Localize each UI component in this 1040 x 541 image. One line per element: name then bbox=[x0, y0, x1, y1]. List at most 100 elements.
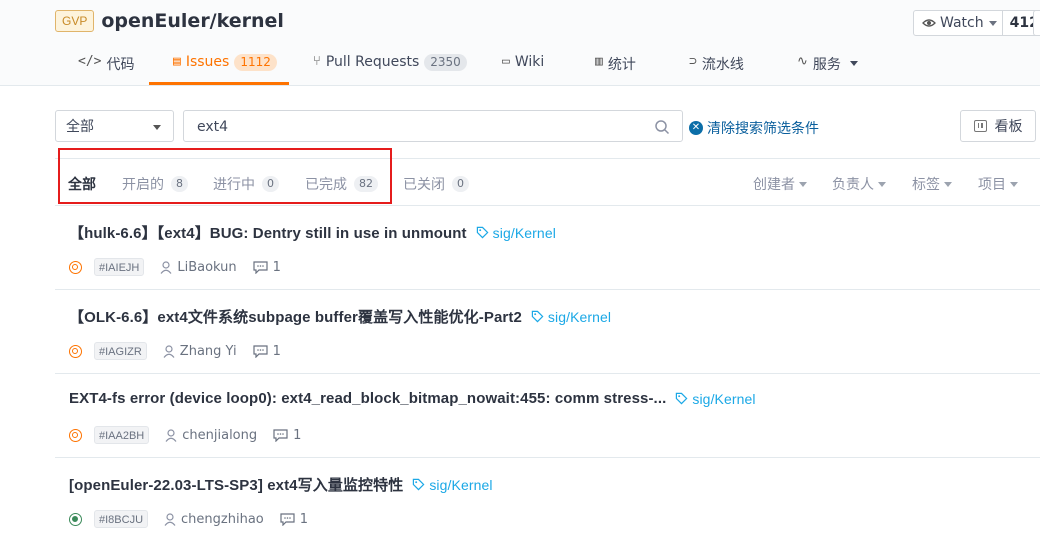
repo-title: GVP openEuler/kernel bbox=[55, 10, 284, 32]
issue-label[interactable]: sig/Kernel bbox=[476, 225, 556, 241]
tab-label: Pull Requests bbox=[325, 54, 420, 70]
repo-name-link[interactable]: openEuler/kernel bbox=[101, 10, 284, 32]
dropdown-label: 创建者 bbox=[753, 177, 795, 193]
active-tab-indicator bbox=[149, 82, 289, 85]
issue-row[interactable]: EXT4-fs error (device loop0): ext4_read_… bbox=[55, 374, 1040, 458]
issue-id[interactable]: #IAA2BH bbox=[94, 426, 150, 444]
comment-count: 1 bbox=[299, 511, 309, 527]
bar-chart-icon: ▥ bbox=[595, 54, 603, 69]
chevron-down-icon bbox=[799, 181, 807, 187]
issue-scope-select[interactable]: 全部 bbox=[55, 110, 174, 142]
issue-meta: #IAIEJH LiBaokun 1 bbox=[69, 258, 281, 276]
dropdown-label: 标签 bbox=[912, 177, 940, 193]
watch-label: Watch bbox=[940, 15, 984, 31]
tab-code[interactable]: </> 代码 bbox=[78, 50, 134, 86]
tag-icon bbox=[476, 226, 489, 239]
author-name: Zhang Yi bbox=[179, 343, 237, 359]
label-filter-dropdown[interactable]: 标签 bbox=[912, 174, 952, 194]
pulse-icon: ∿ bbox=[797, 54, 808, 69]
repo-tabs: </> 代码 ▤ Issues 1112 ⑂ Pull Requests 235… bbox=[0, 50, 1040, 86]
issue-id[interactable]: #I8BCJU bbox=[94, 510, 149, 528]
tab-count-badge: 1112 bbox=[234, 54, 277, 71]
star-button[interactable] bbox=[1033, 10, 1040, 36]
open-status-icon bbox=[69, 344, 82, 358]
board-button[interactable]: 看板 bbox=[960, 110, 1036, 142]
tab-services[interactable]: ∿ 服务 bbox=[797, 50, 858, 86]
chevron-down-icon bbox=[944, 181, 952, 187]
search-input[interactable] bbox=[197, 117, 637, 137]
gvp-badge[interactable]: GVP bbox=[55, 10, 95, 32]
issue-meta: #IAA2BH chenjialong 1 bbox=[69, 426, 301, 444]
pull-request-icon: ⑂ bbox=[313, 54, 321, 69]
in-progress-status-icon bbox=[69, 512, 82, 526]
eye-icon bbox=[922, 19, 936, 27]
tab-stats[interactable]: ▥ 统计 bbox=[595, 50, 636, 86]
assignee-filter-dropdown[interactable]: 负责人 bbox=[832, 174, 886, 194]
dropdown-label: 负责人 bbox=[832, 177, 874, 193]
issue-title: 【hulk-6.6】【ext4】BUG: Dentry still in use… bbox=[69, 225, 467, 242]
issue-label-text: sig/Kernel bbox=[492, 224, 556, 241]
close-icon: ✕ bbox=[689, 121, 703, 135]
issue-row[interactable]: [openEuler-22.03-LTS-SP3] ext4写入量监控特性 si… bbox=[55, 458, 1040, 541]
issue-comments[interactable]: 1 bbox=[280, 512, 308, 527]
tag-icon bbox=[413, 478, 425, 491]
tab-issues[interactable]: ▤ Issues 1112 bbox=[173, 50, 277, 86]
pipeline-icon: ⊃ bbox=[689, 54, 697, 69]
author-name: LiBaokun bbox=[177, 259, 237, 275]
tag-icon bbox=[676, 392, 688, 405]
tab-pipeline[interactable]: ⊃ 流水线 bbox=[689, 50, 744, 86]
status-count-badge: 0 bbox=[452, 176, 469, 192]
issue-label[interactable]: sig/Kernel bbox=[412, 477, 492, 493]
project-filter-dropdown[interactable]: 项目 bbox=[978, 174, 1018, 194]
open-status-icon bbox=[69, 260, 82, 274]
chevron-down-icon bbox=[1010, 181, 1018, 187]
issue-title-link[interactable]: 【OLK-6.6】ext4文件系统subpage buffer覆盖写入性能优化-… bbox=[69, 306, 611, 327]
user-icon bbox=[165, 428, 177, 442]
creator-filter-dropdown[interactable]: 创建者 bbox=[753, 174, 807, 194]
issue-row[interactable]: 【OLK-6.6】ext4文件系统subpage buffer覆盖写入性能优化-… bbox=[55, 290, 1040, 374]
status-tab-closed[interactable]: 已关闭 0 bbox=[403, 174, 469, 194]
issue-label-text: sig/Kernel bbox=[547, 308, 612, 325]
issue-row[interactable]: 【hulk-6.6】【ext4】BUG: Dentry still in use… bbox=[55, 206, 1040, 290]
board-label: 看板 bbox=[994, 119, 1023, 135]
tab-label: 流水线 bbox=[701, 57, 744, 73]
search-box bbox=[183, 110, 683, 142]
issue-label[interactable]: sig/Kernel bbox=[675, 391, 756, 407]
comment-icon bbox=[253, 344, 268, 358]
tab-pull-requests[interactable]: ⑂ Pull Requests 2350 bbox=[313, 50, 467, 86]
status-tab-label: 已关闭 bbox=[403, 177, 445, 193]
issue-title-link[interactable]: [openEuler-22.03-LTS-SP3] ext4写入量监控特性 si… bbox=[69, 474, 493, 495]
chevron-down-icon bbox=[878, 181, 886, 187]
issue-comments[interactable]: 1 bbox=[253, 344, 281, 359]
clear-filters-link[interactable]: ✕ 清除搜索筛选条件 bbox=[689, 118, 819, 138]
code-icon: </> bbox=[78, 54, 102, 69]
watch-control: Watch 412 bbox=[913, 10, 1040, 36]
comment-icon bbox=[253, 260, 268, 274]
tab-label: 代码 bbox=[106, 57, 135, 73]
issue-author[interactable]: Zhang Yi bbox=[163, 344, 237, 359]
issue-label-text: sig/Kernel bbox=[429, 476, 493, 493]
issue-comments[interactable]: 1 bbox=[273, 428, 301, 443]
open-status-icon bbox=[69, 428, 82, 442]
watch-button[interactable]: Watch bbox=[913, 10, 1003, 36]
issue-id[interactable]: #IAIEJH bbox=[94, 258, 145, 276]
issue-author[interactable]: chengzhihao bbox=[164, 512, 264, 527]
book-icon: ▭ bbox=[502, 54, 510, 69]
issues-icon: ▤ bbox=[173, 54, 181, 69]
issue-author[interactable]: LiBaokun bbox=[160, 259, 237, 275]
issue-meta: #I8BCJU chengzhihao 1 bbox=[69, 510, 308, 528]
issue-title-link[interactable]: 【hulk-6.6】【ext4】BUG: Dentry still in use… bbox=[69, 222, 556, 243]
issue-comments[interactable]: 1 bbox=[253, 260, 281, 275]
repo-header: GVP openEuler/kernel Watch 412 </> 代码 ▤ … bbox=[0, 0, 1040, 86]
issue-title: EXT4-fs error (device loop0): ext4_read_… bbox=[69, 390, 667, 407]
comment-count: 1 bbox=[272, 343, 281, 359]
search-icon[interactable] bbox=[654, 119, 670, 135]
tab-count-badge: 2350 bbox=[424, 54, 467, 71]
comment-count: 1 bbox=[293, 427, 302, 443]
issue-title-link[interactable]: EXT4-fs error (device loop0): ext4_read_… bbox=[69, 390, 756, 407]
issue-title: [openEuler-22.03-LTS-SP3] ext4写入量监控特性 bbox=[69, 477, 404, 494]
tab-wiki[interactable]: ▭ Wiki bbox=[502, 50, 544, 86]
issue-id[interactable]: #IAGIZR bbox=[94, 342, 147, 360]
issue-author[interactable]: chenjialong bbox=[165, 428, 257, 443]
issue-label[interactable]: sig/Kernel bbox=[531, 309, 611, 325]
